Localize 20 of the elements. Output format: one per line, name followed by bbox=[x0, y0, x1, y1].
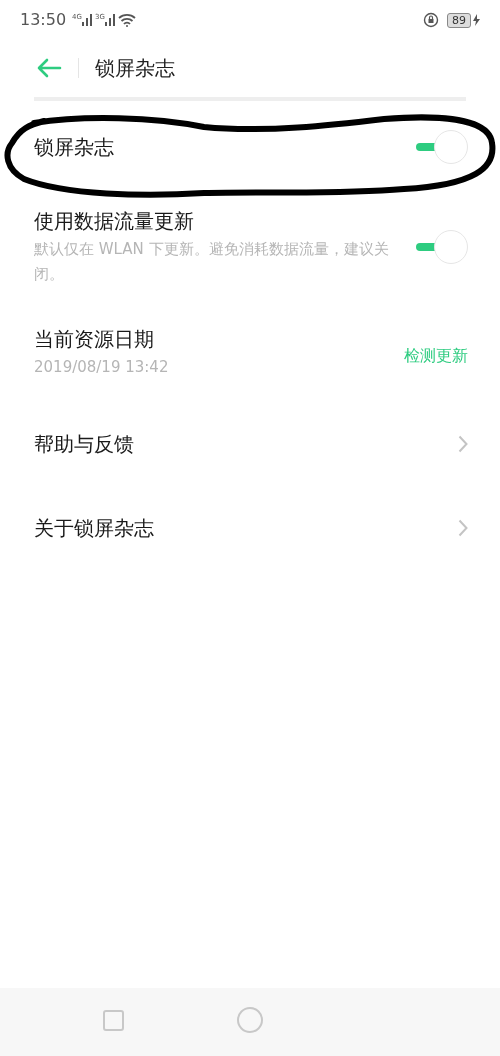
setting-title: 关于锁屏杂志 bbox=[34, 515, 155, 542]
wifi-icon bbox=[117, 13, 136, 27]
toggle-switch[interactable] bbox=[414, 230, 468, 264]
check-update-link[interactable]: 检测更新 bbox=[404, 343, 468, 368]
back-arrow-icon[interactable] bbox=[36, 56, 62, 79]
toggle-switch[interactable] bbox=[414, 130, 468, 164]
chevron-right-icon bbox=[458, 519, 468, 537]
clock: 13:50 bbox=[20, 9, 67, 31]
page-title: 锁屏杂志 bbox=[95, 54, 175, 82]
recents-button[interactable] bbox=[103, 1010, 124, 1031]
setting-title: 锁屏杂志 bbox=[34, 134, 115, 161]
battery-indicator: 89 bbox=[447, 12, 471, 28]
rotation-lock-icon bbox=[423, 12, 439, 28]
setting-title: 帮助与反馈 bbox=[34, 431, 135, 458]
setting-description: 2019/08/19 13:42 bbox=[34, 357, 170, 378]
setting-title: 使用数据流量更新 bbox=[34, 208, 195, 235]
home-button[interactable] bbox=[237, 1007, 263, 1033]
setting-description: 默认仅在 WLAN 下更新。避免消耗数据流量，建议关闭。 bbox=[34, 239, 390, 285]
chevron-right-icon bbox=[458, 435, 468, 453]
setting-title: 当前资源日期 bbox=[34, 326, 155, 353]
